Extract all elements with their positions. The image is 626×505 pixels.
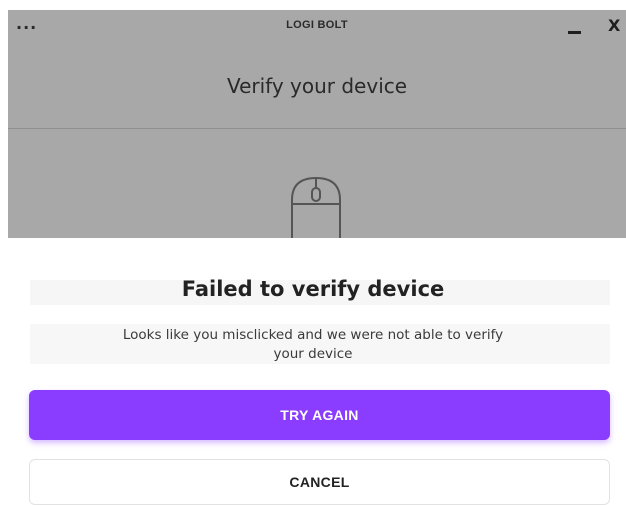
- app-title: LOGI BOLT: [286, 19, 348, 31]
- mouse-icon: [291, 176, 341, 238]
- title-bar: ... LOGI BOLT X: [8, 10, 626, 44]
- app-window-dimmed: ... LOGI BOLT X Verify your device: [8, 10, 626, 238]
- try-again-button[interactable]: TRY AGAIN: [29, 390, 610, 440]
- page-heading: Verify your device: [226, 74, 408, 98]
- close-button[interactable]: X: [608, 16, 626, 38]
- dialog-message: Looks like you misclicked and we were no…: [122, 327, 504, 362]
- minimize-icon: [568, 31, 581, 34]
- top-strip: [0, 0, 626, 10]
- divider: [8, 128, 626, 129]
- minimize-button[interactable]: [564, 20, 586, 38]
- dialog-title: Failed to verify device: [181, 277, 445, 301]
- error-dialog: Failed to verify device Looks like you m…: [0, 238, 626, 505]
- cancel-button[interactable]: CANCEL: [29, 459, 610, 505]
